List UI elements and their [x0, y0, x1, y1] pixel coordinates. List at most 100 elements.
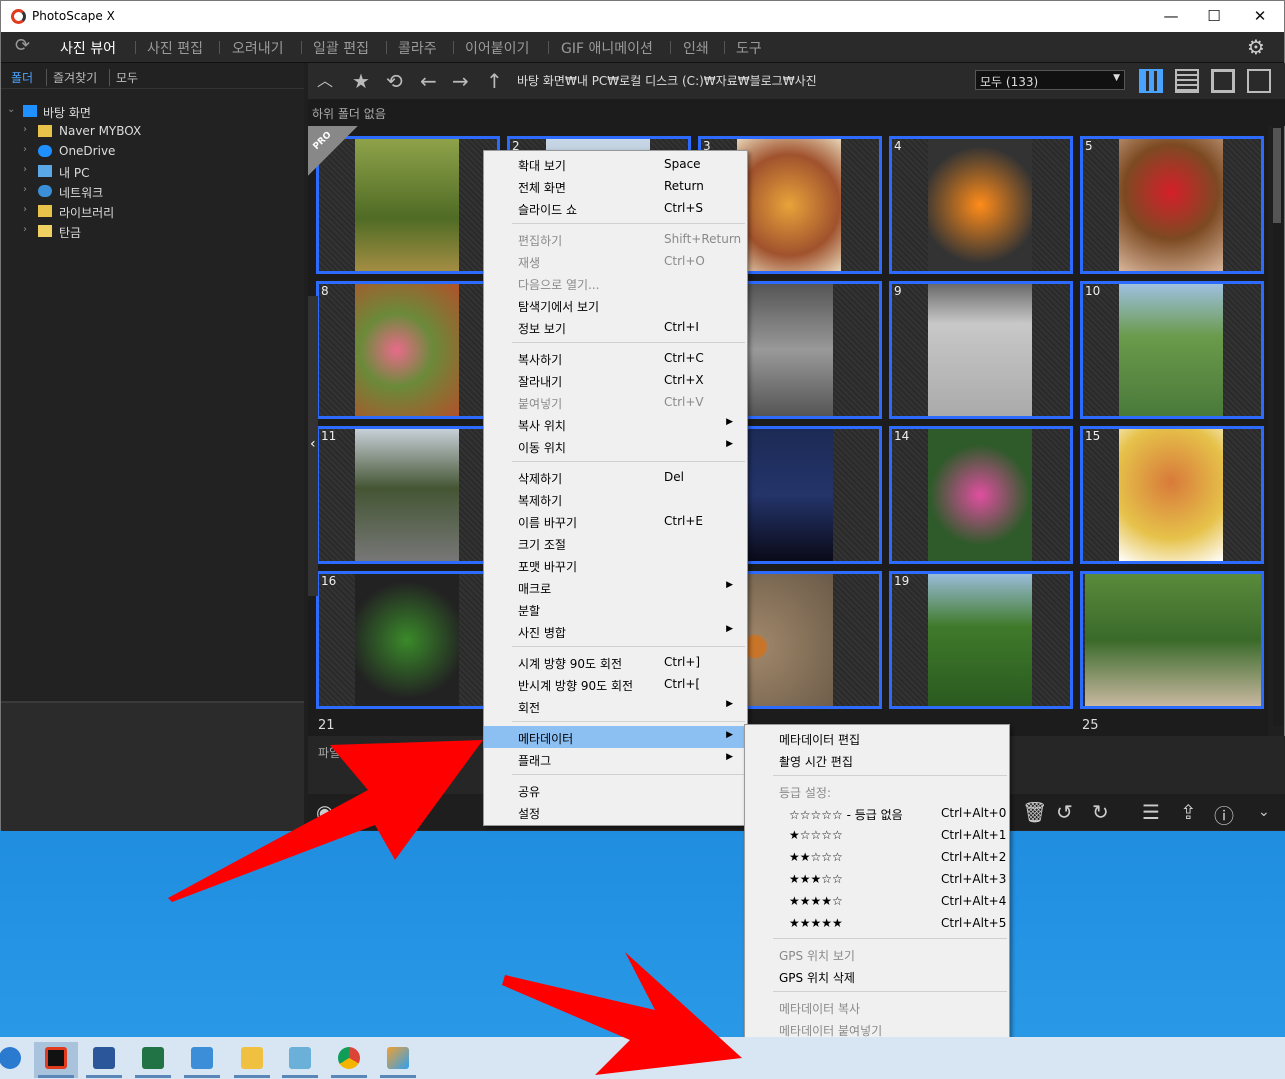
metadata-submenu-item-9[interactable]: GPS 위치 보기 [745, 943, 1009, 965]
context-menu-item-24[interactable]: 메타데이터 ▶ [484, 726, 747, 748]
context-menu-item-13[interactable]: 삭제하기 Del [484, 466, 747, 488]
context-menu-item-12[interactable]: 이동 위치 ▶ [484, 435, 747, 457]
taskbar-file-explorer-icon[interactable] [230, 1042, 274, 1078]
panel-collapse-chevron-icon[interactable]: ‹ [310, 436, 316, 452]
menu-collage[interactable]: 콜라주 [398, 38, 437, 58]
close-button[interactable]: ✕ [1249, 6, 1271, 26]
camera-icon[interactable]: ◉ [316, 800, 333, 824]
metadata-submenu-item-4[interactable]: ★☆☆☆☆ Ctrl+Alt+1 [745, 824, 1009, 846]
app-home-icon[interactable]: ⟳ [15, 35, 30, 56]
menu-cut-out[interactable]: 오려내기 [232, 38, 284, 58]
context-menu-item-9[interactable]: 잘라내기 Ctrl+X [484, 369, 747, 391]
context-menu-item-27[interactable]: 설정 [484, 801, 747, 823]
back-arrow-icon[interactable]: ← [420, 69, 437, 93]
filter-dropdown[interactable]: 모두 (133) ▼ [975, 70, 1125, 90]
thumbnail-14[interactable]: 14 [889, 426, 1073, 564]
context-menu-item-25[interactable]: 플래그 ▶ [484, 748, 747, 770]
menu-tools[interactable]: 도구 [736, 38, 762, 58]
taskbar-notes-icon[interactable] [278, 1042, 322, 1078]
menu-batch-edit[interactable]: 일괄 편집 [313, 38, 369, 58]
taskbar-paint-icon[interactable] [376, 1042, 420, 1078]
metadata-submenu-item-11[interactable]: 메타데이터 복사 [745, 996, 1009, 1018]
context-menu-item-19[interactable]: 분할 [484, 598, 747, 620]
refresh-icon[interactable]: ⟲ [386, 69, 403, 93]
thumbnail-16[interactable]: 16 [316, 571, 500, 709]
metadata-submenu-item-0[interactable]: 메타데이터 편집 [745, 727, 1009, 749]
context-menu-item-17[interactable]: 포맷 바꾸기 [484, 554, 747, 576]
context-menu-item-11[interactable]: 복사 위치 ▶ [484, 413, 747, 435]
menu-gif-animation[interactable]: GIF 애니메이션 [561, 38, 653, 58]
menu-print[interactable]: 인쇄 [683, 38, 709, 58]
folder-path[interactable]: 바탕 화면₩내 PC₩로컬 디스크 (C:)₩자료₩블로그₩사진 [517, 72, 817, 89]
rotate-right-icon[interactable]: ↻ [1092, 800, 1109, 824]
thumbnail-9[interactable]: 9 [889, 281, 1073, 419]
collapse-up-icon[interactable]: ︿ [317, 69, 333, 93]
context-menu-item-5[interactable]: 다음으로 열기... [484, 272, 747, 294]
taskbar-chrome-icon[interactable] [327, 1042, 371, 1078]
context-menu-item-20[interactable]: 사진 병합 ▶ [484, 620, 747, 642]
expand-chevron-icon[interactable]: ⌄ [1258, 804, 1270, 820]
fullscreen-icon[interactable] [1247, 69, 1271, 93]
menu-photo-viewer[interactable]: 사진 뷰어 [60, 38, 116, 58]
context-menu-item-3[interactable]: 편집하기 Shift+Return [484, 228, 747, 250]
metadata-submenu-item-10[interactable]: GPS 위치 삭제 [745, 965, 1009, 987]
adjust-sliders-icon[interactable]: ☰ [1142, 800, 1160, 824]
context-menu-item-7[interactable]: 정보 보기 Ctrl+I [484, 316, 747, 338]
context-menu-item-16[interactable]: 크기 조절 [484, 532, 747, 554]
tree-item-libraries[interactable]: › 라이브러리 [23, 204, 283, 220]
context-menu-item-22[interactable]: 반시계 방향 90도 회전 Ctrl+[ [484, 673, 747, 695]
grid-scrollbar[interactable] [1273, 126, 1283, 726]
metadata-submenu-item-2[interactable]: 등급 설정: [745, 780, 1009, 802]
thumbnail-19[interactable]: 19 [889, 571, 1073, 709]
grid-view-icon[interactable] [1139, 69, 1163, 93]
thumbnail-5[interactable]: 5 [1080, 136, 1264, 274]
context-menu-item-6[interactable]: 탐색기에서 보기 [484, 294, 747, 316]
taskbar-hangul-icon[interactable] [180, 1042, 224, 1078]
thumbnail-20[interactable]: 20 [1080, 571, 1264, 709]
tree-item-naver-mybox[interactable]: › Naver MYBOX [23, 124, 283, 140]
context-menu-item-8[interactable]: 복사하기 Ctrl+C [484, 347, 747, 369]
taskbar-photoscape-icon[interactable] [34, 1042, 78, 1078]
metadata-submenu-item-6[interactable]: ★★★☆☆ Ctrl+Alt+3 [745, 868, 1009, 890]
thumbnail-8[interactable]: 8 [316, 281, 500, 419]
thumbnail-4[interactable]: 4 [889, 136, 1073, 274]
up-arrow-icon[interactable]: ↑ [486, 69, 503, 93]
tab-favorites[interactable]: 즐겨찾기 [46, 69, 97, 86]
context-menu-item-10[interactable]: 붙여넣기 Ctrl+V [484, 391, 747, 413]
context-menu-item-23[interactable]: 회전 ▶ [484, 695, 747, 717]
minimize-button[interactable]: — [1160, 6, 1182, 26]
rotate-left-icon[interactable]: ↺ [1056, 800, 1073, 824]
tree-item-my-pc[interactable]: › 내 PC [23, 164, 283, 180]
context-menu-item-21[interactable]: 시계 방향 90도 회전 Ctrl+] [484, 651, 747, 673]
settings-gear-icon[interactable]: ⚙ [1247, 35, 1265, 59]
context-menu-item-15[interactable]: 이름 바꾸기 Ctrl+E [484, 510, 747, 532]
thumbnail-11[interactable]: 11 [316, 426, 500, 564]
metadata-submenu-item-1[interactable]: 촬영 시간 편집 [745, 749, 1009, 771]
context-menu-item-18[interactable]: 매크로 ▶ [484, 576, 747, 598]
taskbar-excel-icon[interactable] [131, 1042, 175, 1078]
metadata-submenu-item-3[interactable]: ☆☆☆☆☆ - 등급 없음 Ctrl+Alt+0 [745, 802, 1009, 824]
thumbnail-15[interactable]: 15 [1080, 426, 1264, 564]
maximize-button[interactable]: ☐ [1203, 6, 1225, 26]
menu-combine[interactable]: 이어붙이기 [465, 38, 529, 58]
tab-all[interactable]: 모두 [109, 69, 138, 86]
delete-trash-icon[interactable]: 🗑 [1022, 800, 1047, 824]
context-menu-item-14[interactable]: 복제하기 [484, 488, 747, 510]
metadata-submenu-item-7[interactable]: ★★★★☆ Ctrl+Alt+4 [745, 890, 1009, 912]
favorite-star-icon[interactable]: ★ [352, 69, 370, 93]
info-icon[interactable]: ⓘ [1214, 800, 1234, 829]
context-menu-item-1[interactable]: 전체 화면 Return [484, 175, 747, 197]
menu-photo-edit[interactable]: 사진 편집 [147, 38, 203, 58]
taskbar-app-icon[interactable] [0, 1042, 32, 1078]
tree-item-tangeum[interactable]: › 탄금 [23, 224, 283, 240]
tree-item-onedrive[interactable]: › OneDrive [23, 144, 283, 160]
context-menu-item-26[interactable]: 공유 [484, 779, 747, 801]
tab-folder[interactable]: 폴더 [11, 69, 33, 86]
metadata-submenu-item-8[interactable]: ★★★★★ Ctrl+Alt+5 [745, 912, 1009, 934]
list-view-icon[interactable] [1175, 69, 1199, 93]
single-view-icon[interactable] [1211, 69, 1235, 93]
context-menu-item-2[interactable]: 슬라이드 쇼 Ctrl+S [484, 197, 747, 219]
metadata-submenu-item-5[interactable]: ★★☆☆☆ Ctrl+Alt+2 [745, 846, 1009, 868]
tree-item-desktop[interactable]: ⌄ 바탕 화면 [7, 104, 287, 120]
context-menu-item-0[interactable]: 확대 보기 Space [484, 153, 747, 175]
